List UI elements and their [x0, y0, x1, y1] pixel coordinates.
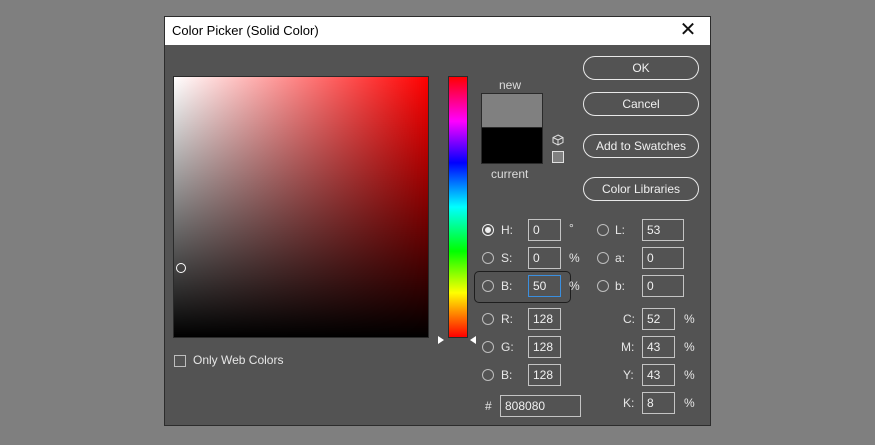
- green-label: G:: [501, 340, 514, 354]
- color-picker-dialog: Color Picker (Solid Color) ✕ new current…: [164, 16, 711, 426]
- cyan-label: C:: [623, 312, 635, 326]
- blue-input[interactable]: 128: [528, 364, 561, 386]
- only-web-colors-checkbox[interactable]: [174, 355, 186, 367]
- title-bar: Color Picker (Solid Color) ✕: [165, 17, 710, 45]
- green-radio[interactable]: [482, 341, 494, 353]
- cyan-input[interactable]: 52: [642, 308, 675, 330]
- red-input[interactable]: 128: [528, 308, 561, 330]
- web-safe-swatch-icon[interactable]: [552, 151, 564, 163]
- lab-b-input[interactable]: 0: [642, 275, 684, 297]
- saturation-label: S:: [501, 251, 513, 265]
- hue-radio[interactable]: [482, 224, 494, 236]
- hue-label: H:: [501, 223, 513, 237]
- new-color-label: new: [499, 78, 522, 92]
- black-label: K:: [623, 396, 635, 410]
- magenta-label: M:: [621, 340, 635, 354]
- out-of-gamut-cube-icon[interactable]: [552, 134, 564, 146]
- yellow-label: Y:: [623, 368, 634, 382]
- only-web-colors-label: Only Web Colors: [193, 353, 284, 367]
- hue-slider[interactable]: [448, 76, 468, 338]
- saturation-radio[interactable]: [482, 252, 494, 264]
- lab-a-input[interactable]: 0: [642, 247, 684, 269]
- color-field-cursor[interactable]: [176, 263, 186, 273]
- magenta-unit: %: [684, 340, 695, 354]
- blue-radio[interactable]: [482, 369, 494, 381]
- current-color-swatch[interactable]: [481, 127, 543, 164]
- brightness-radio[interactable]: [482, 280, 494, 292]
- new-color-swatch: [481, 93, 543, 128]
- hue-slider-handle-icon[interactable]: [470, 336, 476, 344]
- hex-label: #: [485, 399, 492, 413]
- lab-a-radio[interactable]: [597, 252, 609, 264]
- cancel-button[interactable]: Cancel: [583, 92, 699, 116]
- lab-b-label: b:: [615, 279, 626, 293]
- lab-l-radio[interactable]: [597, 224, 609, 236]
- lab-l-input[interactable]: 53: [642, 219, 684, 241]
- lab-a-label: a:: [615, 251, 626, 265]
- saturation-unit: %: [569, 251, 580, 265]
- brightness-label: B:: [501, 279, 513, 293]
- window-title: Color Picker (Solid Color): [172, 23, 319, 38]
- red-radio[interactable]: [482, 313, 494, 325]
- lab-b-radio[interactable]: [597, 280, 609, 292]
- current-color-label: current: [491, 167, 529, 181]
- cyan-unit: %: [684, 312, 695, 326]
- magenta-input[interactable]: 43: [642, 336, 675, 358]
- yellow-input[interactable]: 43: [642, 364, 675, 386]
- close-icon[interactable]: ✕: [666, 17, 710, 45]
- lab-l-label: L:: [615, 223, 626, 237]
- saturation-brightness-field[interactable]: [173, 76, 429, 338]
- ok-button[interactable]: OK: [583, 56, 699, 80]
- hue-input[interactable]: 0: [528, 219, 561, 241]
- hue-unit: °: [569, 221, 574, 235]
- hex-input[interactable]: 808080: [500, 395, 581, 417]
- brightness-unit: %: [569, 279, 580, 293]
- red-label: R:: [501, 312, 513, 326]
- green-input[interactable]: 128: [528, 336, 561, 358]
- add-to-swatches-button[interactable]: Add to Swatches: [583, 134, 699, 158]
- blue-label: B:: [501, 368, 513, 382]
- black-unit: %: [684, 396, 695, 410]
- black-input[interactable]: 8: [642, 392, 675, 414]
- color-libraries-button[interactable]: Color Libraries: [583, 177, 699, 201]
- brightness-input[interactable]: 50: [528, 275, 561, 297]
- saturation-input[interactable]: 0: [528, 247, 561, 269]
- yellow-unit: %: [684, 368, 695, 382]
- field-marker-icon: [438, 336, 444, 344]
